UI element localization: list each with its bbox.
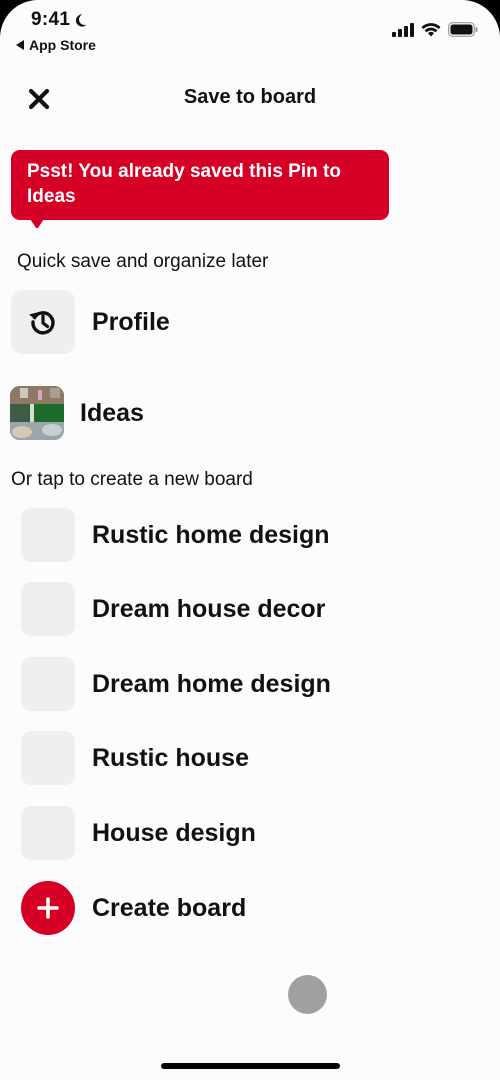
board-label: Rustic home design xyxy=(92,520,330,549)
page-title: Save to board xyxy=(183,86,317,108)
save-to-board-screen: 9:41 App Store Save to board Psst! You a… xyxy=(0,0,500,1080)
back-triangle-icon xyxy=(16,40,24,50)
wifi-icon xyxy=(421,23,441,37)
history-icon xyxy=(29,311,55,335)
board-placeholder-thumb xyxy=(21,657,75,711)
status-time: 9:41 xyxy=(31,9,88,31)
moon-icon xyxy=(76,13,87,27)
back-app-label: App Store xyxy=(29,37,96,53)
create-board-button[interactable]: Create board xyxy=(21,881,500,935)
create-board-circle xyxy=(21,881,75,935)
suggested-board-row[interactable]: Rustic house xyxy=(21,731,500,785)
ideas-board-thumbnail xyxy=(10,386,64,440)
board-label: Profile xyxy=(92,307,170,336)
profile-thumb xyxy=(11,290,75,354)
plus-icon xyxy=(37,897,59,919)
cellular-signal-icon xyxy=(392,22,414,37)
tooltip-tail xyxy=(28,216,46,228)
status-icons xyxy=(392,22,478,37)
already-saved-tooltip: Psst! You already saved this Pin to Idea… xyxy=(11,150,389,220)
create-board-label: Create board xyxy=(92,893,247,922)
board-row-ideas[interactable]: Ideas xyxy=(10,386,500,440)
board-label: Dream home design xyxy=(92,669,331,698)
create-board-label: Or tap to create a new board xyxy=(11,469,253,490)
board-label: Ideas xyxy=(80,398,144,427)
back-to-app-store[interactable]: App Store xyxy=(16,37,96,53)
suggested-board-row[interactable]: Dream house decor xyxy=(21,582,500,636)
suggested-board-row[interactable]: House design xyxy=(21,806,500,860)
time-text: 9:41 xyxy=(31,9,71,30)
battery-icon xyxy=(448,22,478,37)
touch-indicator xyxy=(288,975,327,1014)
board-placeholder-thumb xyxy=(21,508,75,562)
suggested-board-row[interactable]: Dream home design xyxy=(21,657,500,711)
board-placeholder-thumb xyxy=(21,731,75,785)
home-indicator[interactable] xyxy=(161,1063,340,1069)
board-label: Dream house decor xyxy=(92,594,326,623)
board-placeholder-thumb xyxy=(21,806,75,860)
suggested-board-row[interactable]: Rustic home design xyxy=(21,508,500,562)
board-row-profile[interactable]: Profile xyxy=(11,290,500,354)
quick-save-label: Quick save and organize later xyxy=(17,251,269,272)
board-label: House design xyxy=(92,818,256,847)
board-label: Rustic house xyxy=(92,743,249,772)
board-placeholder-thumb xyxy=(21,582,75,636)
